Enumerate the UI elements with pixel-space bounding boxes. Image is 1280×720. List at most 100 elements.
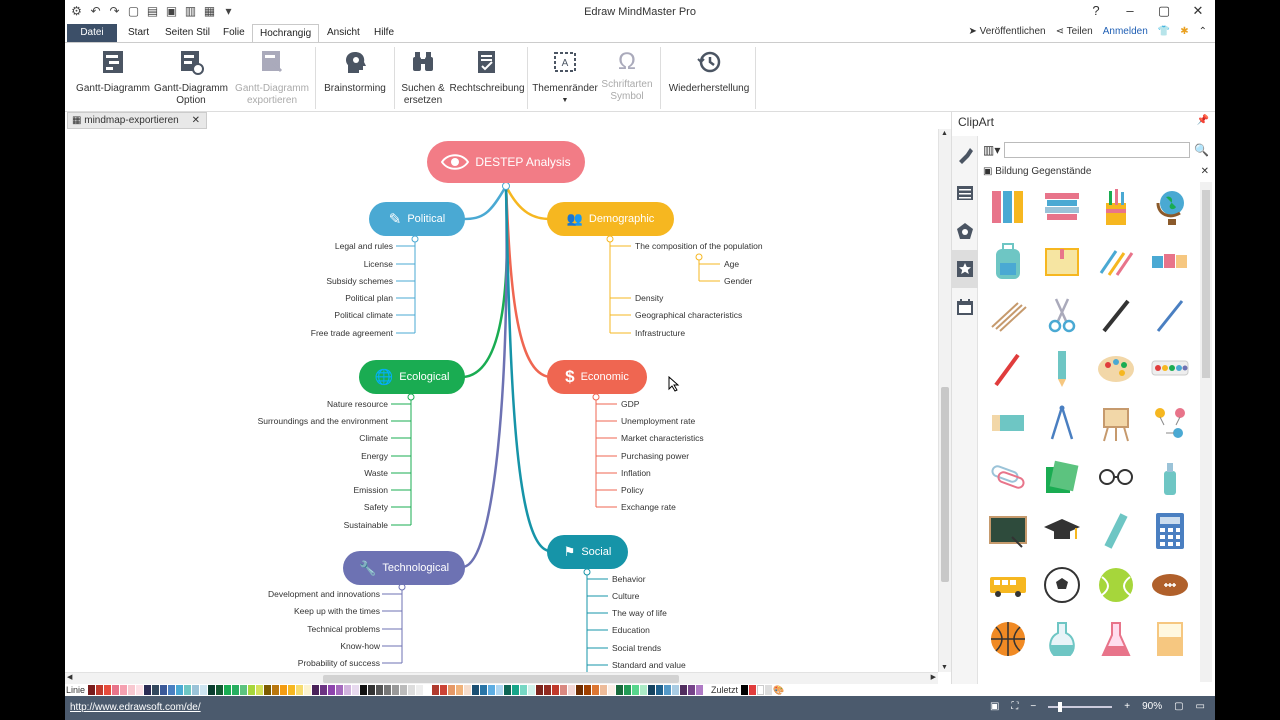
graduation-cap-clipart[interactable]: [1037, 506, 1087, 556]
tab-page-style[interactable]: Seiten Stil: [158, 24, 217, 42]
font-symbol-button[interactable]: Ω Schriftarten Symbol: [600, 49, 654, 103]
subtopic[interactable]: Keep up with the times: [294, 606, 380, 616]
color-swatch[interactable]: [312, 685, 320, 695]
eraser-clipart[interactable]: [983, 398, 1033, 448]
subtopic[interactable]: Culture: [612, 591, 639, 601]
color-swatch[interactable]: [112, 685, 120, 695]
pencil-clipart[interactable]: [1037, 344, 1087, 394]
topic-ecological[interactable]: 🌐 Ecological: [359, 360, 465, 394]
tab-file[interactable]: Datei: [67, 24, 117, 42]
soccer-ball-clipart[interactable]: [1037, 560, 1087, 610]
minimize-button[interactable]: –: [1113, 0, 1147, 24]
color-swatch[interactable]: [600, 685, 608, 695]
topic-social[interactable]: ⚑ Social: [547, 535, 628, 569]
color-swatch[interactable]: [136, 685, 144, 695]
color-swatch[interactable]: [168, 685, 176, 695]
subtopic[interactable]: Nature resource: [327, 399, 388, 409]
books-stack-clipart[interactable]: [1037, 182, 1087, 232]
color-swatch[interactable]: [440, 685, 448, 695]
notebook-clipart[interactable]: [1037, 236, 1087, 286]
color-swatch[interactable]: [264, 685, 272, 695]
subtopic[interactable]: Gender: [724, 276, 752, 286]
format-brush-icon[interactable]: [952, 136, 978, 174]
color-swatch[interactable]: [304, 685, 312, 695]
zoom-in-icon[interactable]: +: [1124, 701, 1130, 712]
color-swatch[interactable]: [152, 685, 160, 695]
color-swatch[interactable]: [624, 685, 632, 695]
color-swatch[interactable]: [416, 685, 424, 695]
subtopic[interactable]: Emission: [354, 485, 388, 495]
color-swatch[interactable]: [104, 685, 112, 695]
topic-political[interactable]: ✎ Political: [369, 202, 465, 236]
canvas-vertical-scrollbar[interactable]: ▲ ▼: [938, 129, 951, 672]
color-swatch[interactable]: [408, 685, 416, 695]
gantt-export-button[interactable]: Gantt-Diagramm exportieren: [231, 49, 313, 107]
chalkboard-clipart[interactable]: [983, 506, 1033, 556]
scissors-clipart[interactable]: [1037, 290, 1087, 340]
flask-clipart[interactable]: [1037, 614, 1087, 664]
color-swatch[interactable]: [765, 685, 773, 695]
red-pencil-clipart[interactable]: [983, 344, 1033, 394]
subtopic[interactable]: Surroundings and the environment: [258, 416, 388, 426]
folders-clipart[interactable]: [1037, 452, 1087, 502]
recovery-button[interactable]: Wiederherstellung: [665, 49, 753, 95]
color-swatch[interactable]: [376, 685, 384, 695]
color-swatch[interactable]: [248, 685, 256, 695]
color-swatch[interactable]: [384, 685, 392, 695]
color-swatch[interactable]: [328, 685, 336, 695]
color-swatch[interactable]: [757, 685, 765, 695]
mindmap-canvas[interactable]: DESTEP Analysis ✎ Political 👥 Demographi…: [65, 129, 938, 672]
scroll-right-arrow-icon[interactable]: ▶: [931, 673, 936, 681]
football-clipart[interactable]: [1145, 560, 1195, 610]
subtopic[interactable]: Unemployment rate: [621, 416, 695, 426]
color-swatch[interactable]: [648, 685, 656, 695]
color-swatch[interactable]: [576, 685, 584, 695]
color-swatch[interactable]: [160, 685, 168, 695]
canvas-horizontal-scrollbar[interactable]: ◀ ▶: [65, 672, 938, 684]
color-swatch[interactable]: [336, 685, 344, 695]
subtopic[interactable]: Climate: [359, 433, 388, 443]
shirt-icon[interactable]: 👕: [1158, 26, 1170, 37]
color-swatch[interactable]: [296, 685, 304, 695]
subtopic[interactable]: Free trade agreement: [311, 328, 393, 338]
color-swatch[interactable]: [480, 685, 488, 695]
ballpoint-clipart[interactable]: [1145, 290, 1195, 340]
color-swatch[interactable]: [616, 685, 624, 695]
subtopic[interactable]: Exchange rate: [621, 502, 676, 512]
publish-button[interactable]: ➤ Veröffentlichen: [968, 26, 1045, 37]
theme-icon[interactable]: ✱: [1180, 26, 1188, 37]
subtopic[interactable]: Development and innovations: [268, 589, 380, 599]
topic-demographic[interactable]: 👥 Demographic: [547, 202, 674, 236]
colored-pencils-clipart[interactable]: [1091, 236, 1141, 286]
color-swatch[interactable]: [192, 685, 200, 695]
color-swatch[interactable]: [232, 685, 240, 695]
color-swatch[interactable]: [320, 685, 328, 695]
scrollbar-thumb[interactable]: [1202, 190, 1210, 378]
subtopic[interactable]: Sustainable: [344, 520, 388, 530]
color-swatch[interactable]: [688, 685, 696, 695]
push-pins-clipart[interactable]: [1145, 398, 1195, 448]
paint-palette-clipart[interactable]: [1091, 344, 1141, 394]
subtopic[interactable]: Know-how: [340, 641, 380, 651]
color-swatch[interactable]: [280, 685, 288, 695]
tab-slide[interactable]: Folie: [216, 24, 252, 42]
color-swatch[interactable]: [568, 685, 576, 695]
color-swatch[interactable]: [176, 685, 184, 695]
fullscreen-icon[interactable]: ⛶: [1011, 701, 1018, 712]
binders-clipart[interactable]: [983, 182, 1033, 232]
color-swatch[interactable]: [256, 685, 264, 695]
subtopic[interactable]: Geographical characteristics: [635, 310, 742, 320]
color-swatch[interactable]: [216, 685, 224, 695]
gantt-option-button[interactable]: Gantt-Diagramm Option: [153, 49, 229, 107]
tab-view[interactable]: Ansicht: [320, 24, 367, 42]
central-topic[interactable]: DESTEP Analysis: [427, 141, 585, 183]
color-swatch[interactable]: [544, 685, 552, 695]
pen-clipart[interactable]: [1091, 290, 1141, 340]
color-swatch[interactable]: [741, 685, 749, 695]
outline-list-icon[interactable]: [952, 174, 978, 212]
color-swatch[interactable]: [288, 685, 296, 695]
color-swatch[interactable]: [472, 685, 480, 695]
topic-economic[interactable]: $ Economic: [547, 360, 647, 394]
close-button[interactable]: ✕: [1181, 0, 1215, 24]
more-colors-icon[interactable]: 🎨: [773, 685, 784, 696]
